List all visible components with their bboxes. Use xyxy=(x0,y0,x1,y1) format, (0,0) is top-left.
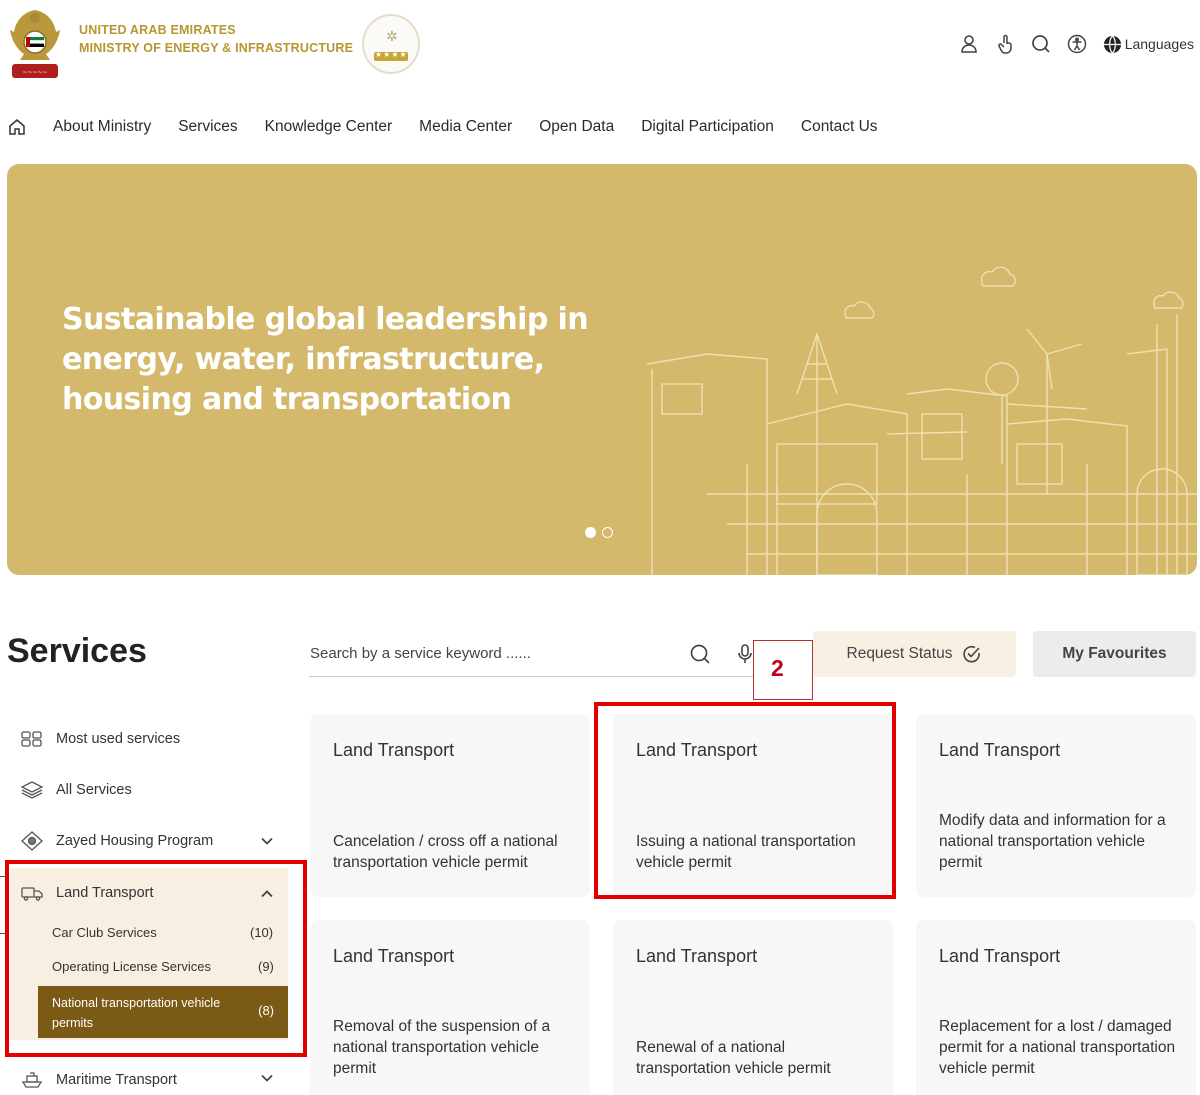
card-title: Modify data and information for a nation… xyxy=(939,812,1166,871)
carousel-dots xyxy=(585,527,613,538)
nav-open-data[interactable]: Open Data xyxy=(539,118,614,136)
carousel-dot-1[interactable] xyxy=(585,527,596,538)
request-status-label: Request Status xyxy=(846,645,953,662)
microphone-icon[interactable] xyxy=(737,643,753,665)
search-icon[interactable] xyxy=(689,643,711,665)
languages-menu[interactable]: Languages xyxy=(1103,35,1194,54)
most-used-icon xyxy=(21,731,42,747)
ship-icon xyxy=(21,1072,43,1088)
my-favourites-label: My Favourites xyxy=(1062,645,1167,662)
chevron-down-icon[interactable] xyxy=(260,1071,274,1085)
check-circle-icon xyxy=(963,645,981,663)
sidebar-item-most-used[interactable]: Most used services xyxy=(20,729,180,749)
card-title: Replacement for a lost / damaged permit … xyxy=(939,1018,1176,1077)
nav-services[interactable]: Services xyxy=(178,118,237,136)
main-navigation: About Ministry Services Knowledge Center… xyxy=(8,118,905,136)
hero-banner[interactable]: Sustainable global leadership in energy,… xyxy=(7,164,1197,575)
carousel-dot-2[interactable] xyxy=(602,527,613,538)
card-title: Renewal of a national transportation veh… xyxy=(636,1039,831,1077)
nav-digital-participation[interactable]: Digital Participation xyxy=(641,118,774,136)
card-category: Land Transport xyxy=(939,946,1061,966)
card-title: Cancelation / cross off a national trans… xyxy=(333,833,558,871)
header-tools: Languages xyxy=(959,34,1194,54)
card-category: Land Transport xyxy=(333,946,455,966)
annotation-number: 2 xyxy=(771,655,784,681)
annotation-highlight-sidebar xyxy=(5,860,307,1057)
sidebar-item-label: Maritime Transport xyxy=(56,1072,177,1088)
uae-emblem-logo[interactable]: ~~~~~ xyxy=(6,6,64,84)
sidebar-item-label: Most used services xyxy=(56,731,181,747)
nav-media-center[interactable]: Media Center xyxy=(419,118,512,136)
user-icon[interactable] xyxy=(959,34,979,54)
housing-icon xyxy=(21,831,43,851)
service-card[interactable]: Land Transport Renewal of a national tra… xyxy=(613,920,893,1095)
search-icon[interactable] xyxy=(1031,34,1051,54)
card-category: Land Transport xyxy=(939,740,1061,760)
sidebar-item-label: All Services xyxy=(56,782,132,798)
nav-contact-us[interactable]: Contact Us xyxy=(801,118,878,136)
nav-knowledge-center[interactable]: Knowledge Center xyxy=(265,118,393,136)
site-header: ~~~~~ UNITED ARAB EMIRATES MINISTRY OF E… xyxy=(0,0,1200,95)
nav-about-ministry[interactable]: About Ministry xyxy=(53,118,151,136)
sidebar-item-zayed-housing[interactable]: Zayed Housing Program xyxy=(20,831,213,851)
sidebar-item-maritime[interactable]: Maritime Transport xyxy=(20,1070,177,1090)
sidebar-item-all-services[interactable]: All Services xyxy=(20,780,132,800)
ministry-name-line2: MINISTRY OF ENERGY & INFRASTRUCTURE xyxy=(79,41,354,55)
search-input[interactable]: Search by a service keyword ...... xyxy=(310,645,531,662)
languages-label: Languages xyxy=(1124,36,1194,52)
service-card[interactable]: Land Transport Modify data and informati… xyxy=(916,714,1196,897)
stars-icon: ★★★★ xyxy=(375,50,408,59)
hero-headline: Sustainable global leadership in energy,… xyxy=(62,302,589,417)
svg-text:~~~~~: ~~~~~ xyxy=(22,69,47,76)
card-category: Land Transport xyxy=(636,946,758,966)
star-rating-badge: ✲ ★★★★ xyxy=(362,14,420,74)
sidebar-item-label: Zayed Housing Program xyxy=(56,833,214,849)
ministry-name-line1: UNITED ARAB EMIRATES xyxy=(79,23,236,37)
service-search-bar[interactable]: Search by a service keyword ...... xyxy=(309,633,759,677)
my-favourites-button[interactable]: My Favourites xyxy=(1033,631,1196,677)
badge-emblem-icon: ✲ xyxy=(386,28,398,44)
accessibility-icon[interactable] xyxy=(1067,34,1087,54)
home-icon[interactable] xyxy=(8,118,26,136)
card-title: Removal of the suspension of a national … xyxy=(333,1018,551,1077)
service-card[interactable]: Land Transport Removal of the suspension… xyxy=(310,920,590,1095)
layers-icon xyxy=(20,781,44,799)
globe-icon xyxy=(1103,35,1121,54)
service-card[interactable]: Land Transport Replacement for a lost / … xyxy=(916,920,1196,1095)
chevron-down-icon[interactable] xyxy=(260,834,274,848)
services-title: Services xyxy=(7,632,147,670)
service-card[interactable]: Land Transport Cancelation / cross off a… xyxy=(310,714,590,897)
request-status-button[interactable]: Request Status xyxy=(813,631,1016,677)
annotation-highlight-card xyxy=(594,702,896,899)
ministry-name[interactable]: UNITED ARAB EMIRATES MINISTRY OF ENERGY … xyxy=(79,21,353,57)
touch-icon[interactable] xyxy=(995,34,1015,54)
card-category: Land Transport xyxy=(333,740,455,760)
